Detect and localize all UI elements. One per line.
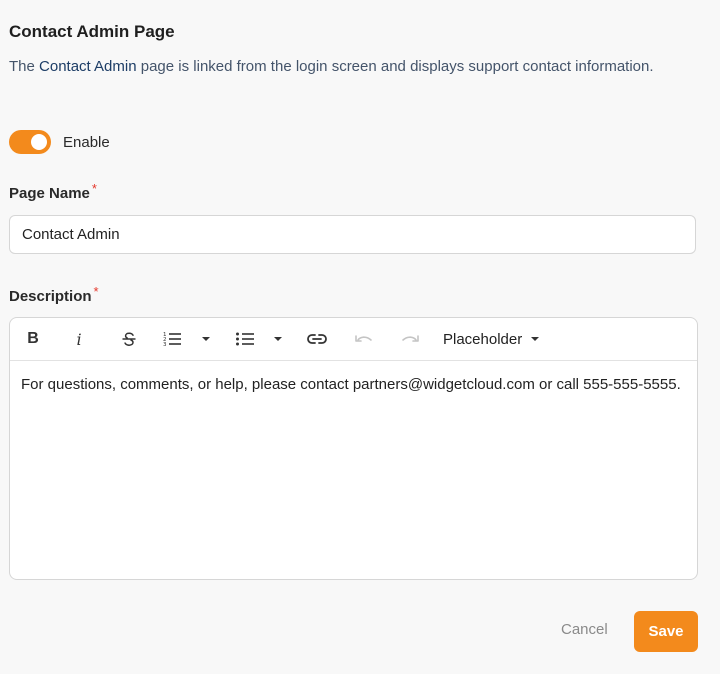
description-text-area[interactable]: For questions, comments, or help, please…	[10, 361, 697, 408]
enable-label: Enable	[63, 133, 110, 151]
page-name-value: Contact Admin	[22, 226, 120, 243]
description-prefix: The	[9, 58, 40, 75]
required-mark: *	[91, 181, 97, 196]
ordered-list-dropdown[interactable]	[199, 318, 213, 360]
italic-icon: i	[76, 329, 82, 349]
description-label: Description *	[9, 284, 99, 305]
required-mark: *	[93, 284, 99, 299]
page-name-label-text: Page Name	[9, 185, 90, 202]
editor-toolbar: B i 1 2 3 Placeholder	[10, 318, 697, 361]
ordered-list-button[interactable]: 1 2 3	[159, 318, 185, 360]
strikethrough-button[interactable]	[115, 318, 143, 360]
description-editor: B i 1 2 3 Placeholder For questions, com…	[9, 317, 698, 580]
page-title: Contact Admin Page	[9, 22, 175, 41]
link-icon	[307, 334, 327, 344]
strikethrough-icon	[122, 332, 136, 346]
toggle-knob	[31, 134, 47, 150]
page-description: The Contact Admin page is linked from th…	[9, 55, 669, 78]
bullet-list-icon	[236, 332, 254, 346]
link-button[interactable]	[303, 318, 331, 360]
page-name-label: Page Name *	[9, 181, 97, 202]
cancel-button[interactable]: Cancel	[561, 621, 608, 638]
undo-icon	[355, 335, 372, 342]
placeholder-label: Placeholder	[443, 330, 523, 348]
bold-icon: B	[27, 330, 39, 347]
bullet-list-dropdown[interactable]	[271, 318, 285, 360]
page-name-input[interactable]: Contact Admin	[9, 215, 696, 254]
undo-button[interactable]	[351, 318, 377, 360]
enable-row: Enable	[9, 130, 110, 154]
bullet-list-button[interactable]	[232, 318, 258, 360]
description-label-text: Description	[9, 288, 92, 305]
description-suffix: page is linked from the login screen and…	[136, 58, 654, 75]
chevron-down-icon	[202, 337, 210, 341]
chevron-down-icon	[274, 337, 282, 341]
chevron-down-icon	[531, 337, 540, 341]
bold-button[interactable]: B	[24, 318, 42, 360]
enable-toggle[interactable]	[9, 130, 51, 154]
contact-admin-link-text: Contact Admin	[39, 58, 137, 75]
svg-text:3: 3	[163, 342, 167, 348]
redo-icon	[402, 335, 419, 342]
placeholder-dropdown[interactable]: Placeholder	[443, 318, 540, 360]
save-button[interactable]: Save	[634, 611, 698, 652]
italic-button[interactable]: i	[70, 318, 88, 360]
redo-button[interactable]	[397, 318, 423, 360]
ordered-list-icon: 1 2 3	[163, 332, 181, 348]
